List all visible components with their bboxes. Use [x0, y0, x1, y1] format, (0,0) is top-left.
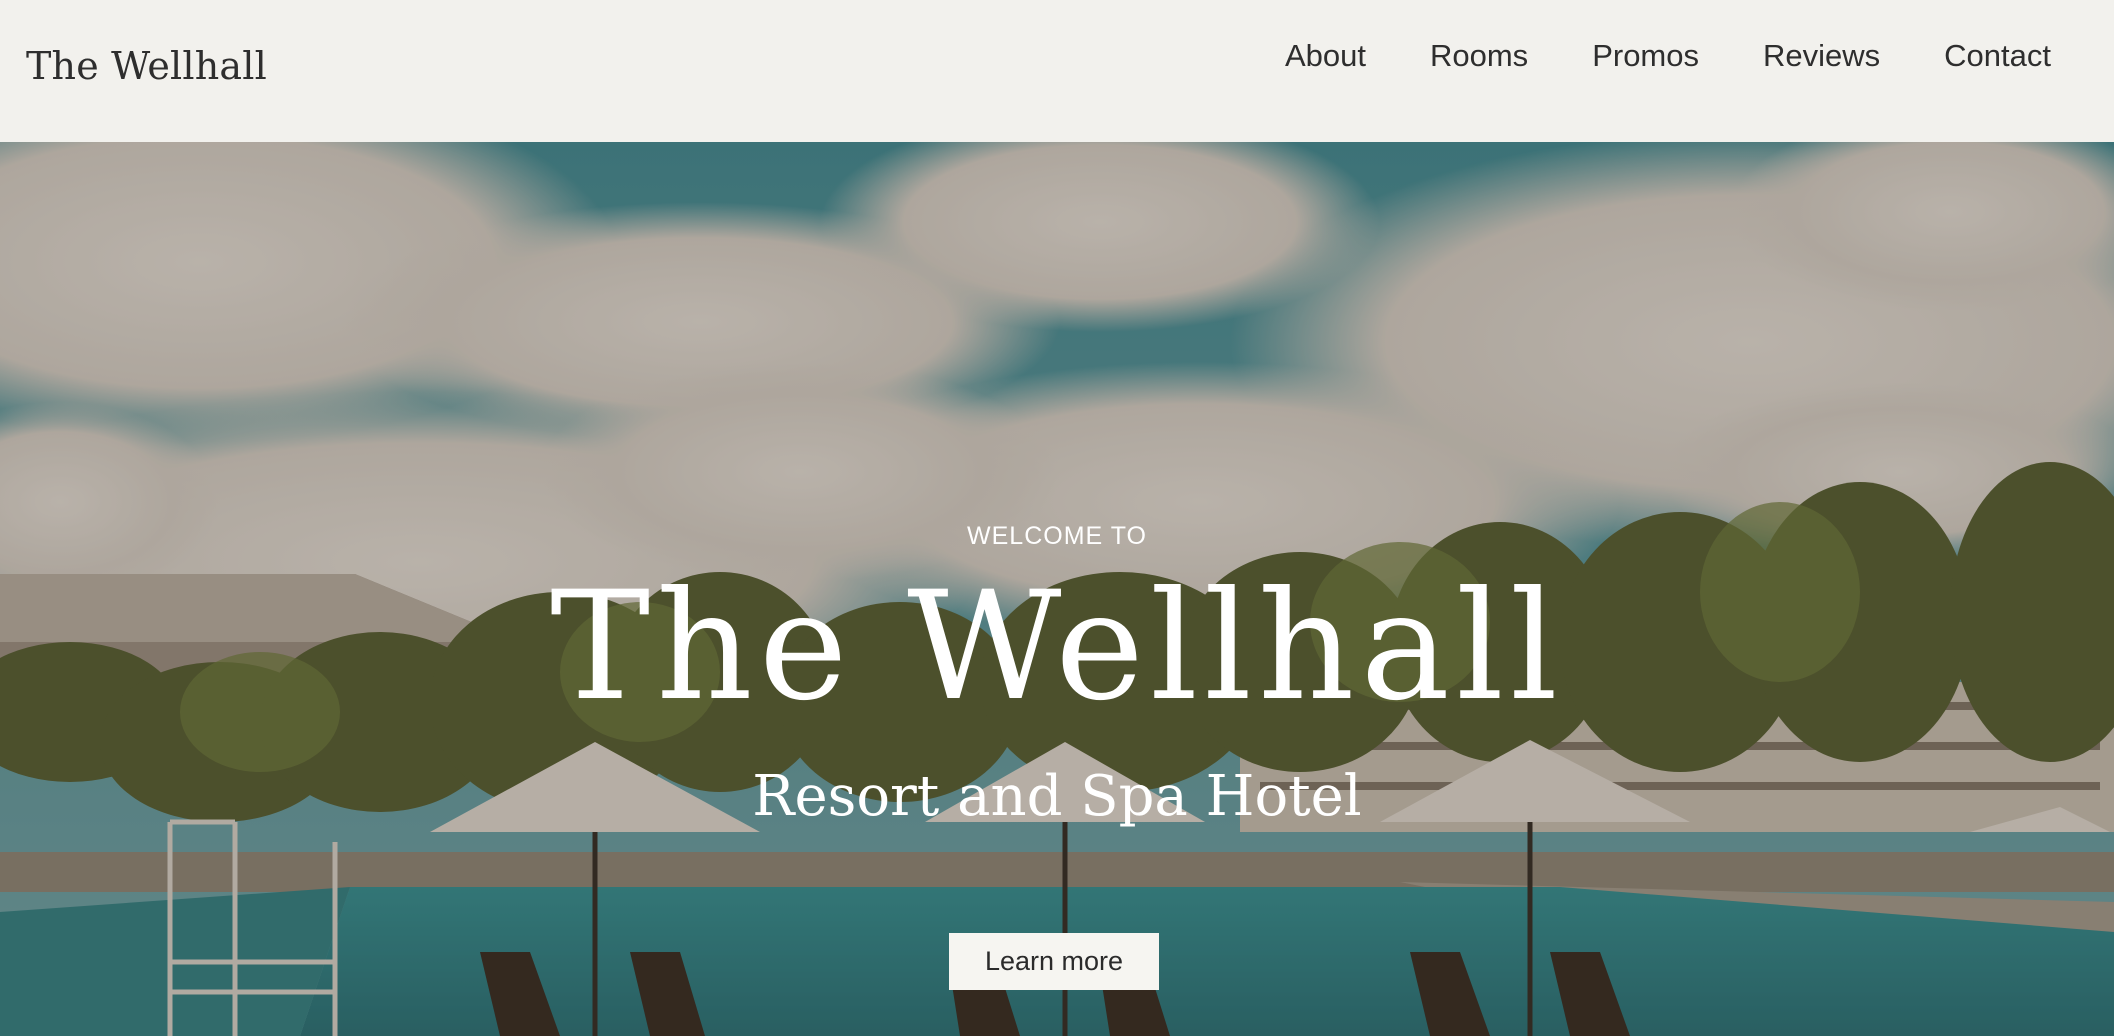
nav-link-promos[interactable]: Promos: [1592, 36, 1699, 76]
nav-link-about[interactable]: About: [1285, 36, 1366, 76]
hero-section: WELCOME TO The Wellhall Resort and Spa H…: [0, 142, 2114, 1036]
nav-link-contact[interactable]: Contact: [1944, 36, 2051, 76]
brand-logo-text[interactable]: The Wellhall: [26, 44, 267, 88]
main-navigation: About Rooms Promos Reviews Contact: [1285, 36, 2051, 76]
hero-subtitle: Resort and Spa Hotel: [752, 764, 1362, 829]
learn-more-button[interactable]: Learn more: [949, 933, 1159, 990]
hero-content: WELCOME TO The Wellhall Resort and Spa H…: [0, 142, 2114, 1036]
navbar: The Wellhall About Rooms Promos Reviews …: [0, 0, 2114, 142]
hero-title: The Wellhall: [550, 560, 1564, 734]
nav-link-rooms[interactable]: Rooms: [1430, 36, 1528, 76]
hero-eyebrow: WELCOME TO: [967, 522, 1147, 550]
nav-link-reviews[interactable]: Reviews: [1763, 36, 1880, 76]
